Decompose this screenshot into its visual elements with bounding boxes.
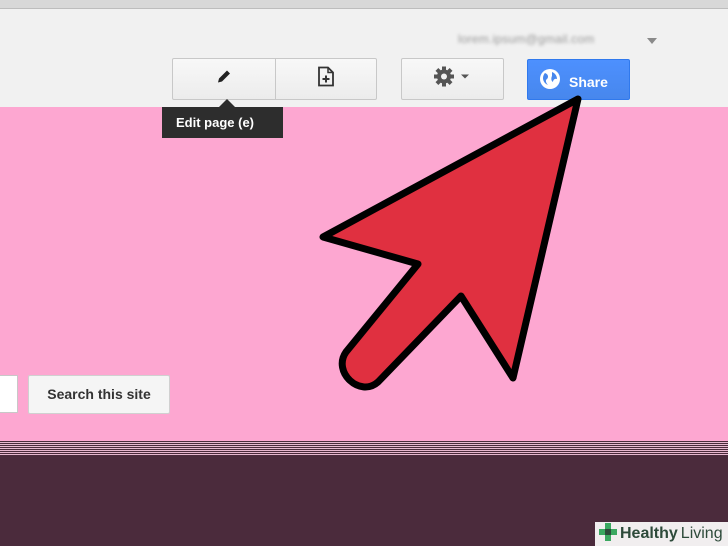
watermark: Healthy Living <box>595 522 728 546</box>
pointer-arrow-icon <box>319 95 582 391</box>
watermark-brand-light: Living <box>680 525 723 542</box>
watermark-brand-bold: Healthy <box>620 525 678 542</box>
cross-logo-icon <box>599 522 617 546</box>
